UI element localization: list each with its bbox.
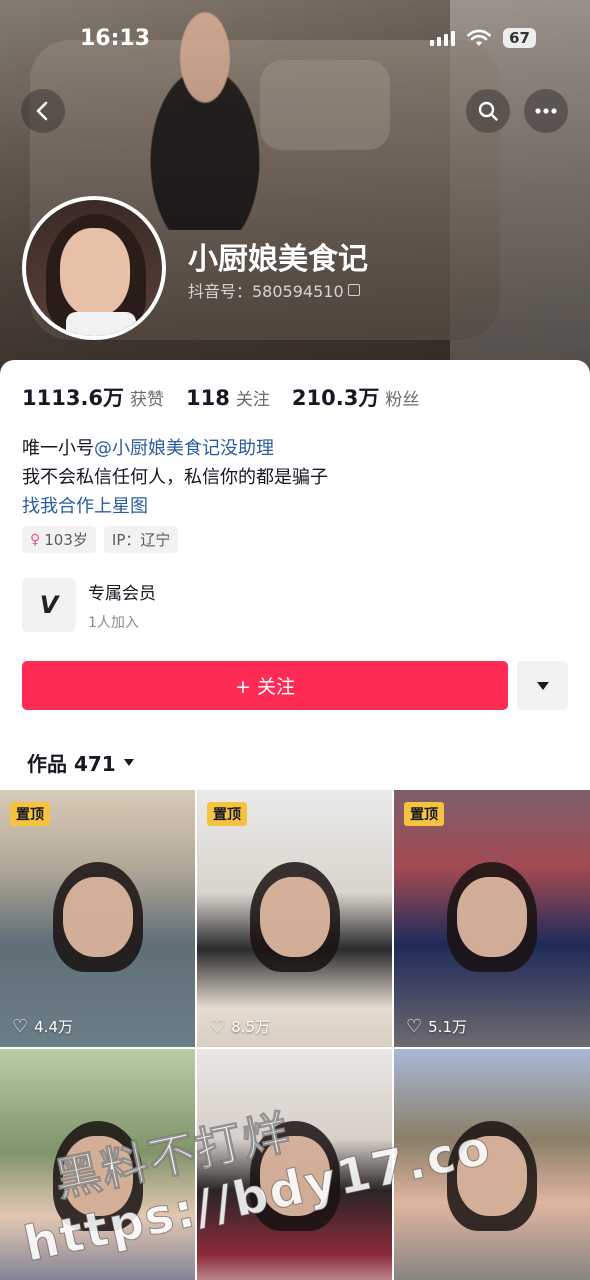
follow-button[interactable]: + 关注 <box>22 661 508 710</box>
video-likes: ♡ 5.1万 <box>406 1016 467 1037</box>
battery-indicator: 67 <box>503 28 536 48</box>
heart-icon: ♡ <box>209 1016 226 1037</box>
video-likes: ♡ 4.4万 <box>12 1016 73 1037</box>
stat-following-count: 118 <box>186 386 230 410</box>
bio-xingtu-link[interactable]: 找我合作上星图 <box>22 492 328 521</box>
caret-down-icon <box>536 681 549 690</box>
profile-bio: 唯一小号@小厨娘美食记没助理 我不会私信任何人，私信你的都是骗子 找我合作上星图 <box>22 434 328 521</box>
pinned-badge: 置顶 <box>10 802 50 826</box>
video-tile[interactable]: 置顶 ♡ 8.5万 <box>197 790 392 1047</box>
profile-tags: ♀ 103岁 IP：辽宁 <box>22 526 179 553</box>
video-tile[interactable]: 置顶 ♡ 5.1万 <box>394 790 590 1047</box>
bio-line-1: 唯一小号@小厨娘美食记没助理 <box>22 434 328 463</box>
video-likes: ♡ 8.5万 <box>209 1016 270 1037</box>
tab-works-label: 作品 471 <box>27 752 116 776</box>
ellipsis-icon <box>535 108 557 114</box>
stat-followers[interactable]: 210.3万 粉丝 <box>292 382 419 412</box>
stat-followers-label: 粉丝 <box>385 390 420 410</box>
caret-down-icon <box>123 759 134 766</box>
back-button[interactable] <box>21 89 65 133</box>
profile-stats: 1113.6万 获赞 118 关注 210.3万 粉丝 <box>22 382 419 412</box>
age-tag: ♀ 103岁 <box>22 526 96 553</box>
search-icon <box>478 101 498 121</box>
stat-following-label: 关注 <box>235 390 270 410</box>
douyin-id-text: 抖音号：580594510 <box>188 282 344 301</box>
member-logo-icon: V <box>22 578 76 632</box>
bio-line-2: 我不会私信任何人，私信你的都是骗子 <box>22 467 328 488</box>
member-title: 专属会员 <box>88 583 156 604</box>
search-button[interactable] <box>466 89 510 133</box>
heart-icon: ♡ <box>12 1016 29 1037</box>
wifi-icon <box>467 29 491 46</box>
profile-nickname: 小厨娘美食记 <box>188 242 368 277</box>
signal-icon <box>430 30 456 46</box>
stat-followers-count: 210.3万 <box>291 386 380 410</box>
age-text: 103岁 <box>44 531 88 549</box>
copy-icon[interactable] <box>347 284 360 296</box>
douyin-id[interactable]: 抖音号：580594510 <box>188 278 360 302</box>
exclusive-member-entry[interactable]: V 专属会员 1人加入 <box>22 578 156 632</box>
status-time: 16:13 <box>80 26 151 51</box>
bio-mention-link[interactable]: @小厨娘美食记没助理 <box>94 438 274 459</box>
video-tile[interactable]: 置顶 ♡ 4.4万 <box>0 790 195 1047</box>
stat-likes-count: 1113.6万 <box>22 386 125 410</box>
ip-tag: IP：辽宁 <box>103 526 179 553</box>
heart-icon: ♡ <box>406 1016 423 1037</box>
status-icons: 67 <box>430 28 536 48</box>
stat-following[interactable]: 118 关注 <box>186 385 270 410</box>
stat-likes-label: 获赞 <box>130 390 165 410</box>
avatar[interactable] <box>22 196 166 340</box>
pinned-badge: 置顶 <box>207 802 247 826</box>
more-options-button[interactable] <box>524 89 568 133</box>
chevron-left-icon <box>36 101 48 121</box>
pinned-badge: 置顶 <box>404 802 444 826</box>
tab-works[interactable]: 作品 471 <box>27 748 134 777</box>
recommend-dropdown-button[interactable] <box>517 661 568 710</box>
bio-prefix: 唯一小号 <box>22 438 94 459</box>
stat-likes[interactable]: 1113.6万 获赞 <box>22 382 164 412</box>
female-icon: ♀ <box>30 531 41 548</box>
member-subtitle: 1人加入 <box>88 614 139 631</box>
